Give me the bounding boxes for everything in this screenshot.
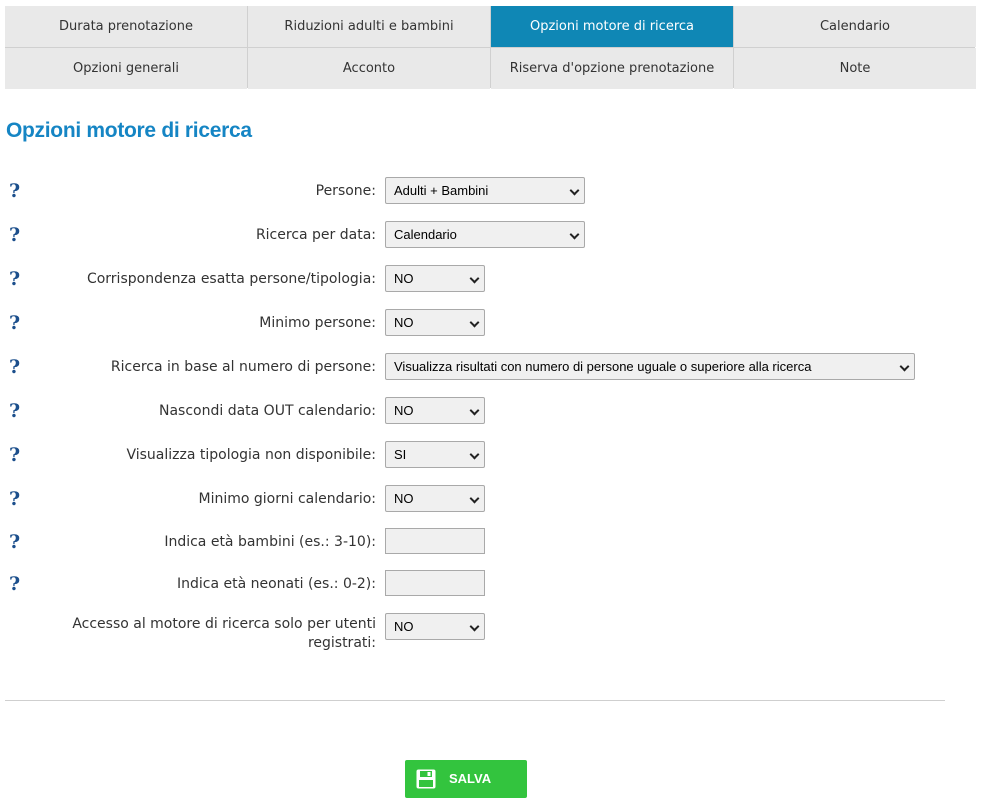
corrispondenza-select[interactable]: NO <box>385 265 485 292</box>
ricerca-data-select[interactable]: Calendario <box>385 221 585 248</box>
field-label: Accesso al motore di ricerca solo per ut… <box>72 616 376 651</box>
form-row-ricerca-data: ? Ricerca per data: Calendario <box>0 221 983 251</box>
tab-durata-prenotazione[interactable]: Durata prenotazione <box>5 6 247 47</box>
select-value: SI <box>394 447 407 462</box>
select-value: NO <box>394 271 414 286</box>
minimo-persone-select[interactable]: NO <box>385 309 485 336</box>
eta-bambini-input[interactable] <box>385 528 485 554</box>
tab-opzioni-motore-ricerca[interactable]: Opzioni motore di ricerca <box>491 6 733 47</box>
chevron-down-icon <box>469 405 480 416</box>
chevron-down-icon <box>469 273 480 284</box>
eta-neonati-input[interactable] <box>385 570 485 596</box>
nascondi-data-out-select[interactable]: NO <box>385 397 485 424</box>
field-label: Minimo persone: <box>259 315 376 331</box>
help-icon[interactable]: ? <box>9 268 23 290</box>
field-label: Ricerca in base al numero di persone: <box>110 359 376 375</box>
field-label: Indica età neonati (es.: 0-2): <box>176 576 376 592</box>
tab-bar: Durata prenotazione Riduzioni adulti e b… <box>5 6 976 89</box>
field-label: Ricerca per data: <box>255 227 376 243</box>
help-icon[interactable]: ? <box>9 180 23 202</box>
form-row-nascondi-data-out: ? Nascondi data OUT calendario: NO <box>0 397 983 427</box>
tab-riserva-opzione[interactable]: Riserva d'opzione prenotazione <box>491 48 733 89</box>
chevron-down-icon <box>569 229 580 240</box>
accesso-utenti-registrati-select[interactable]: NO <box>385 613 485 640</box>
help-icon[interactable]: ? <box>9 312 23 334</box>
select-value: NO <box>394 619 414 634</box>
help-icon[interactable]: ? <box>9 531 23 553</box>
select-value: Adulti + Bambini <box>394 183 489 198</box>
tab-note[interactable]: Note <box>734 48 976 89</box>
select-value: NO <box>394 315 414 330</box>
select-value: Visualizza risultati con numero di perso… <box>394 359 812 374</box>
field-label: Nascondi data OUT calendario: <box>158 403 376 419</box>
tab-calendario[interactable]: Calendario <box>734 6 976 47</box>
field-label: Persone: <box>315 183 376 199</box>
floppy-disk-icon <box>416 769 436 789</box>
help-icon[interactable]: ? <box>9 573 23 595</box>
form-row-eta-bambini: ? Indica età bambini (es.: 3-10): <box>0 528 983 558</box>
field-label: Minimo giorni calendario: <box>198 491 377 507</box>
form-row-minimo-giorni: ? Minimo giorni calendario: NO <box>0 485 983 515</box>
select-value: NO <box>394 403 414 418</box>
chevron-down-icon <box>469 621 480 632</box>
help-icon[interactable]: ? <box>9 224 23 246</box>
select-value: Calendario <box>394 227 457 242</box>
field-label: Corrispondenza esatta persone/tipologia: <box>86 271 376 287</box>
field-label: Indica età bambini (es.: 3-10): <box>164 534 376 550</box>
page-title: Opzioni motore di ricerca <box>6 119 252 142</box>
chevron-down-icon <box>899 361 910 372</box>
chevron-down-icon <box>469 493 480 504</box>
tab-acconto[interactable]: Acconto <box>248 48 490 89</box>
help-icon[interactable]: ? <box>9 356 23 378</box>
help-icon[interactable]: ? <box>9 488 23 510</box>
chevron-down-icon <box>469 449 480 460</box>
field-label: Visualizza tipologia non disponibile: <box>126 447 376 463</box>
form-row-persone: ? Persone: Adulti + Bambini <box>0 177 983 207</box>
tipologia-non-disponibile-select[interactable]: SI <box>385 441 485 468</box>
select-value: NO <box>394 491 414 506</box>
help-icon[interactable]: ? <box>9 444 23 466</box>
numero-persone-select[interactable]: Visualizza risultati con numero di perso… <box>385 353 915 380</box>
tab-riduzioni-adulti-bambini[interactable]: Riduzioni adulti e bambini <box>248 6 490 47</box>
chevron-down-icon <box>469 317 480 328</box>
form-row-corrispondenza: ? Corrispondenza esatta persone/tipologi… <box>0 265 983 295</box>
save-button[interactable]: SALVA <box>405 760 527 798</box>
form-row-accesso-utenti-registrati: Accesso al motore di ricerca solo per ut… <box>0 613 983 657</box>
form-row-minimo-persone: ? Minimo persone: NO <box>0 309 983 339</box>
divider <box>5 700 945 701</box>
form-row-eta-neonati: ? Indica età neonati (es.: 0-2): <box>0 570 983 600</box>
form-row-tipologia-non-disponibile: ? Visualizza tipologia non disponibile: … <box>0 441 983 471</box>
chevron-down-icon <box>569 185 580 196</box>
help-icon[interactable]: ? <box>9 400 23 422</box>
save-button-label: SALVA <box>449 771 492 786</box>
form-row-numero-persone: ? Ricerca in base al numero di persone: … <box>0 353 983 383</box>
persone-select[interactable]: Adulti + Bambini <box>385 177 585 204</box>
tab-opzioni-generali[interactable]: Opzioni generali <box>5 48 247 89</box>
minimo-giorni-select[interactable]: NO <box>385 485 485 512</box>
